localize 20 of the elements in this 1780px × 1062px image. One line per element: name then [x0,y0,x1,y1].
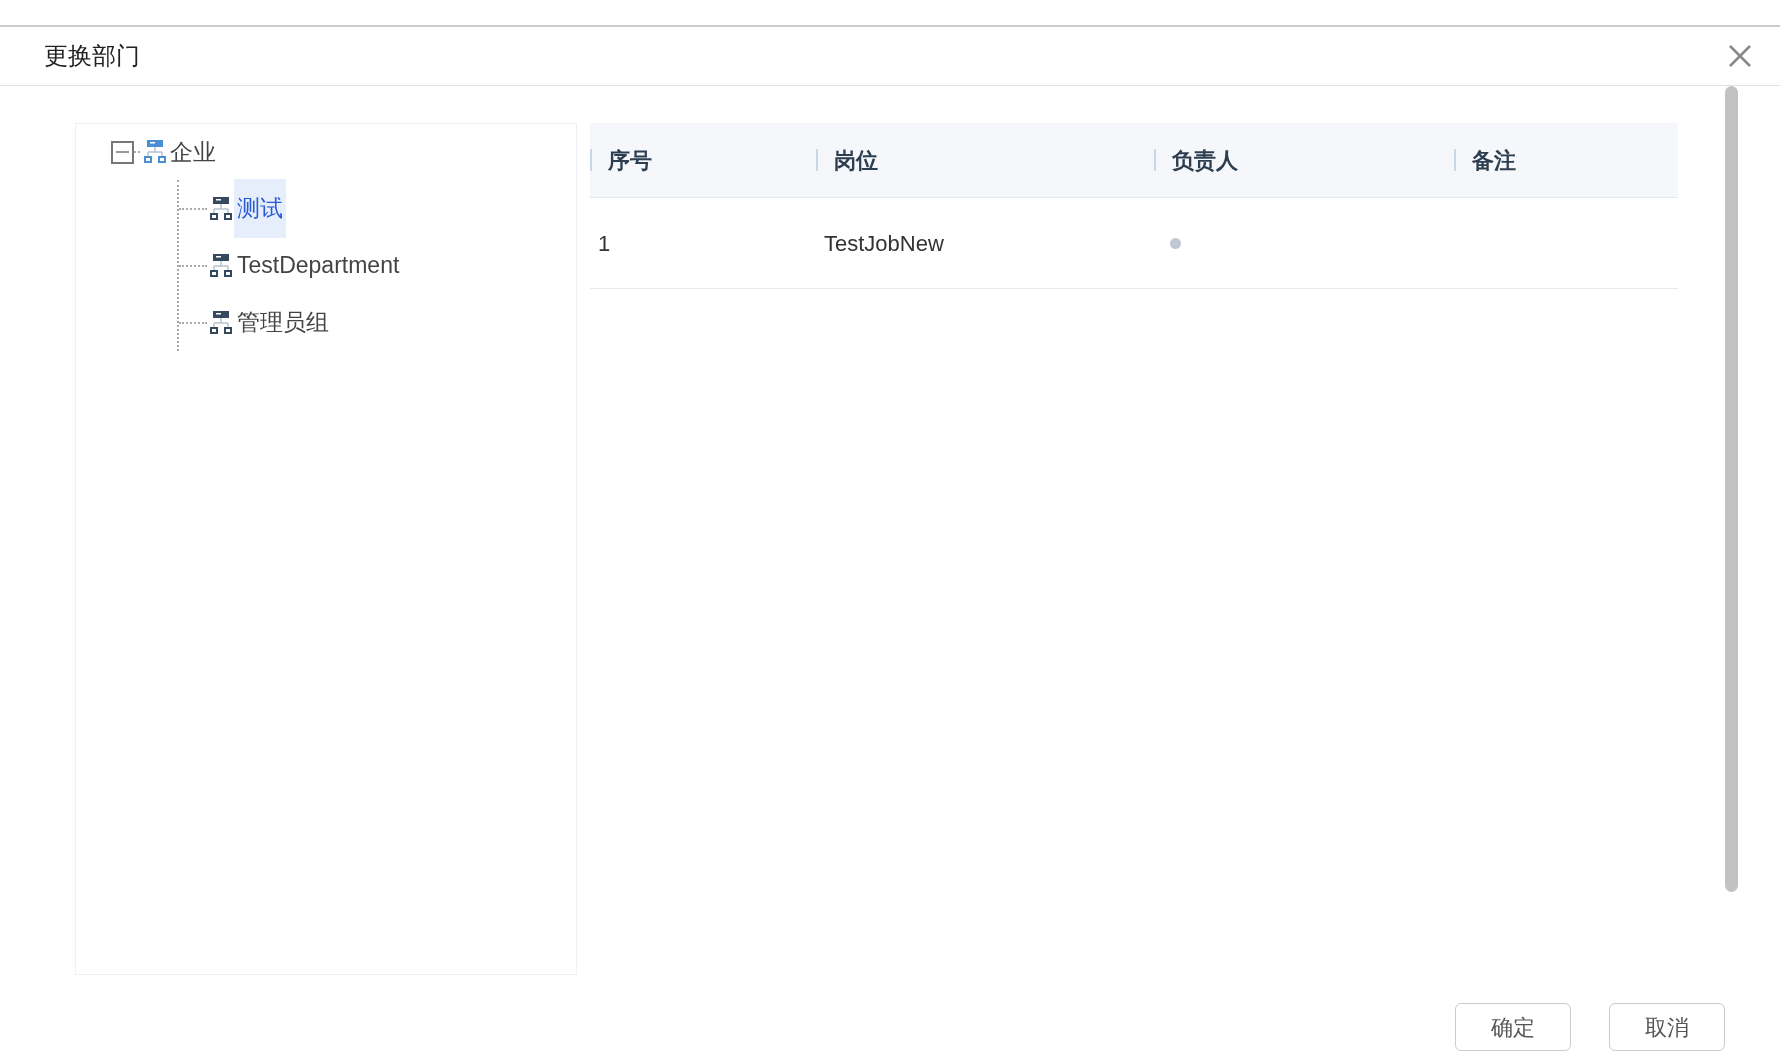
tree-node[interactable]: 企业 [168,134,218,170]
dialog-title: 更换部门 [44,41,140,71]
org-chart-icon [208,252,234,279]
column-header: 序号 [608,146,652,175]
org-chart-icon [208,195,234,222]
column-header: 备注 [1472,146,1516,175]
table-cell: 1 [598,230,611,256]
column-header: 岗位 [834,146,878,175]
confirm-button[interactable]: 确定 [1455,1003,1571,1051]
tree-node[interactable]: 测试 [234,179,286,238]
column-header: 负责人 [1172,146,1238,175]
collapse-toggle[interactable] [111,140,134,164]
table-cell: TestJobNew [824,230,944,256]
org-chart-icon [208,309,234,336]
org-chart-icon [142,139,168,165]
scrollbar[interactable] [1725,86,1738,892]
tree-node[interactable]: TestDepartment [234,236,403,295]
tree-node[interactable]: 管理员组 [234,293,332,352]
cancel-button[interactable]: 取消 [1609,1003,1725,1051]
close-icon[interactable] [1728,44,1752,68]
